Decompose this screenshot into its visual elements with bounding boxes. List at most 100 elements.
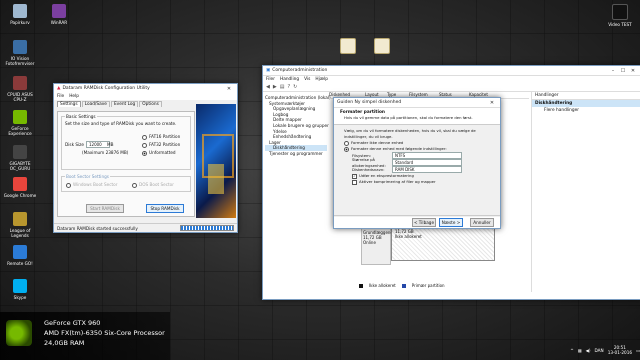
navigation-tree: Computeradministration (lokal) Systemvær…	[265, 95, 331, 157]
quick-format-checkbox[interactable]: ✓	[352, 173, 357, 179]
unformatted-label: Unformatted	[149, 150, 176, 155]
desktop-shortcut[interactable]: CPUID ASUS CPU-Z	[2, 76, 38, 102]
clock[interactable]: 20:51 13-01-2016	[608, 345, 632, 355]
close-icon[interactable]: ✕	[628, 68, 638, 74]
compression-option[interactable]: Aktiver komprimering af filer og mapper	[344, 179, 490, 185]
settings-panel: Basic Settings Set the size and type of …	[57, 111, 195, 217]
fat16-label: FAT16 Partition	[149, 134, 181, 139]
dos-boot-radio[interactable]	[132, 182, 137, 188]
ramdisk-window: ▲ Dataram RAMDisk Configuration Utility …	[53, 83, 238, 233]
fat32-option[interactable]: FAT32 Partition	[142, 141, 180, 149]
desktop-shortcut[interactable]: Google Chrome	[2, 177, 38, 198]
fat32-radio[interactable]	[142, 142, 147, 148]
windows-boot-option[interactable]: Windows Boot Sector	[66, 182, 117, 188]
unformatted-option[interactable]: Unformatted	[142, 149, 180, 157]
volume-icon[interactable]: ◀)	[586, 348, 591, 353]
gpu-name: GeForce GTX 960	[44, 319, 101, 327]
back-arrow-icon[interactable]: ◀	[266, 84, 270, 90]
wizard-subheading: Hvis du vil gemme data på partitionen, s…	[344, 115, 473, 120]
tab-event-log[interactable]: Event Log	[110, 101, 139, 107]
forward-arrow-icon[interactable]: ▶	[273, 84, 277, 90]
stop-ramdisk-button[interactable]: Stop RAMDisk	[146, 204, 184, 213]
help-icon[interactable]: ?	[287, 84, 290, 90]
volume-name-input[interactable]: RAM DISK	[392, 166, 462, 173]
close-icon[interactable]: ✕	[487, 100, 497, 106]
tree-item[interactable]: Lokale brugere og grupper	[265, 123, 329, 129]
actions-pane: Handlinger Diskhåndtering Flere handling…	[531, 92, 640, 292]
fat16-radio[interactable]	[142, 134, 147, 140]
app-icon	[13, 279, 27, 293]
cancel-button[interactable]: Annuller	[470, 217, 494, 227]
tray-arrow-icon[interactable]: ^	[570, 348, 574, 353]
menu-handling[interactable]: Handling	[280, 77, 299, 82]
winrar-shortcut[interactable]: WinRAR	[41, 4, 77, 25]
desktop-shortcut[interactable]: IO Vision Fotofremviser	[2, 40, 38, 66]
menu-hjaelp[interactable]: Hjælp	[315, 77, 328, 82]
app-icon	[13, 4, 27, 18]
winrar-label: WinRAR	[50, 20, 68, 25]
tree-item[interactable]: Computeradministration (lokal)	[265, 95, 331, 101]
tab-load-save[interactable]: Load/Save	[81, 101, 110, 107]
minimize-icon[interactable]: –	[608, 68, 618, 74]
close-icon[interactable]: ✕	[224, 86, 234, 92]
desktop-shortcut[interactable]: Skype	[2, 279, 38, 300]
desktop-shortcut-label: League of Legends	[9, 228, 31, 238]
volume-label: Diskenhedsnavn:	[352, 166, 385, 172]
menu-help[interactable]: Help	[69, 94, 79, 99]
language-indicator[interactable]: DAN	[595, 348, 604, 353]
filesystem-select[interactable]: NTFS	[392, 152, 462, 159]
disk-size-label: Disk Size	[65, 142, 84, 147]
app-icon	[13, 40, 27, 54]
desktop-shortcut[interactable]: Remote GO!	[2, 245, 38, 266]
ramdisk-progress-bar	[180, 225, 234, 231]
desktop-shortcut[interactable]: GIGABYTE OC_GURU	[2, 145, 38, 171]
desktop-file-2[interactable]	[364, 38, 400, 56]
maximum-size: (Maximum 23876 MB)	[82, 150, 129, 155]
action-diskhandtering[interactable]: Diskhåndtering	[532, 100, 640, 107]
ramdisk-menubar: File Help	[54, 93, 237, 100]
format-label: Formater denne enhed med følgende indsti…	[351, 146, 447, 151]
tab-options[interactable]: Options	[139, 101, 162, 107]
no-format-radio[interactable]	[344, 140, 349, 146]
compression-checkbox[interactable]	[352, 179, 357, 185]
legend-primary: Primær partition	[411, 283, 445, 288]
wizard-body: Vælg, om du vil formatere diskenheden, h…	[334, 125, 500, 217]
maximize-icon[interactable]: ☐	[618, 68, 628, 74]
ramdisk-title: Dataram RAMDisk Configuration Utility	[62, 86, 150, 91]
desktop-shortcut[interactable]: Papirkurv	[2, 4, 38, 25]
desktop-shortcut-label: IO Vision Fotofremviser	[5, 56, 35, 66]
wizard-footer: < Tilbage Næste > Annuller	[334, 215, 500, 228]
back-button[interactable]: < Tilbage	[412, 217, 436, 227]
menu-filer[interactable]: Filer	[266, 77, 275, 82]
tree-item[interactable]: Tjenester og programmer	[265, 151, 327, 157]
dos-boot-option[interactable]: DOS Boot Sector	[132, 182, 174, 188]
format-radio[interactable]	[344, 146, 349, 152]
unformatted-radio[interactable]	[142, 150, 147, 156]
desktop-shortcut[interactable]: GeForce Experience	[2, 110, 38, 136]
desktop-file-1[interactable]	[330, 38, 366, 56]
disk-online: Online	[363, 240, 376, 245]
start-ramdisk-button[interactable]: Start RAMDisk	[86, 204, 124, 213]
boot-sector-group: Boot Sector Settings Windows Boot Sector…	[61, 174, 191, 192]
video-test-shortcut[interactable]: Video TEST	[602, 4, 638, 27]
menu-file[interactable]: File	[57, 94, 64, 99]
wizard-titlebar: Guiden Ny simpel diskenhed ✕	[334, 98, 500, 108]
refresh-icon[interactable]: ↻	[293, 84, 297, 90]
next-button[interactable]: Næste >	[439, 217, 463, 227]
fat16-option[interactable]: FAT16 Partition	[142, 133, 180, 141]
properties-icon[interactable]: ▤	[280, 84, 285, 90]
menu-vis[interactable]: Vis	[304, 77, 310, 82]
action-flere-handlinger[interactable]: Flere handlinger	[532, 107, 640, 114]
alloc-select[interactable]: Standard	[392, 159, 462, 166]
notifications-icon[interactable]: ▭	[636, 348, 640, 353]
windows-boot-radio[interactable]	[66, 182, 71, 188]
tab-settings[interactable]: Settings	[57, 101, 81, 107]
boot-sector-title: Boot Sector Settings	[65, 174, 110, 179]
disk-info[interactable]: Disk 3 Grundlæggende 11,72 GB Online	[361, 223, 395, 265]
ramdisk-statusbar: Dataram RAMDisk started successfully	[54, 223, 237, 232]
network-icon[interactable]: ▦	[578, 348, 582, 353]
desktop-shortcut[interactable]: League of Legends	[2, 212, 38, 238]
sysinfo-text: GeForce GTX 960 AMD FX(tm)-6350 Six-Core…	[44, 318, 165, 348]
compression-label: Aktiver komprimering af filer og mapper	[359, 179, 436, 184]
document-icon	[374, 38, 390, 54]
